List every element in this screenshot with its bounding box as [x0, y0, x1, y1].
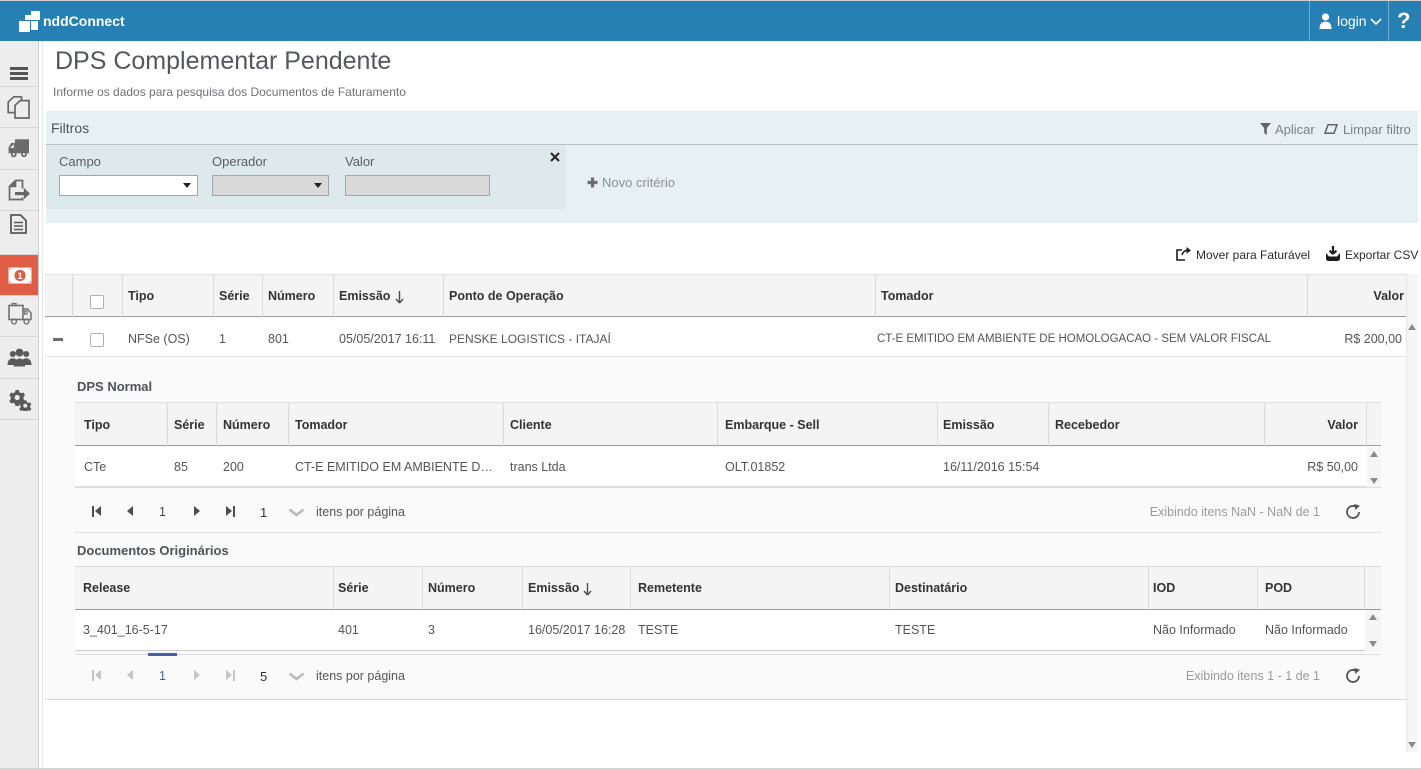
svg-text:1: 1: [17, 271, 23, 282]
